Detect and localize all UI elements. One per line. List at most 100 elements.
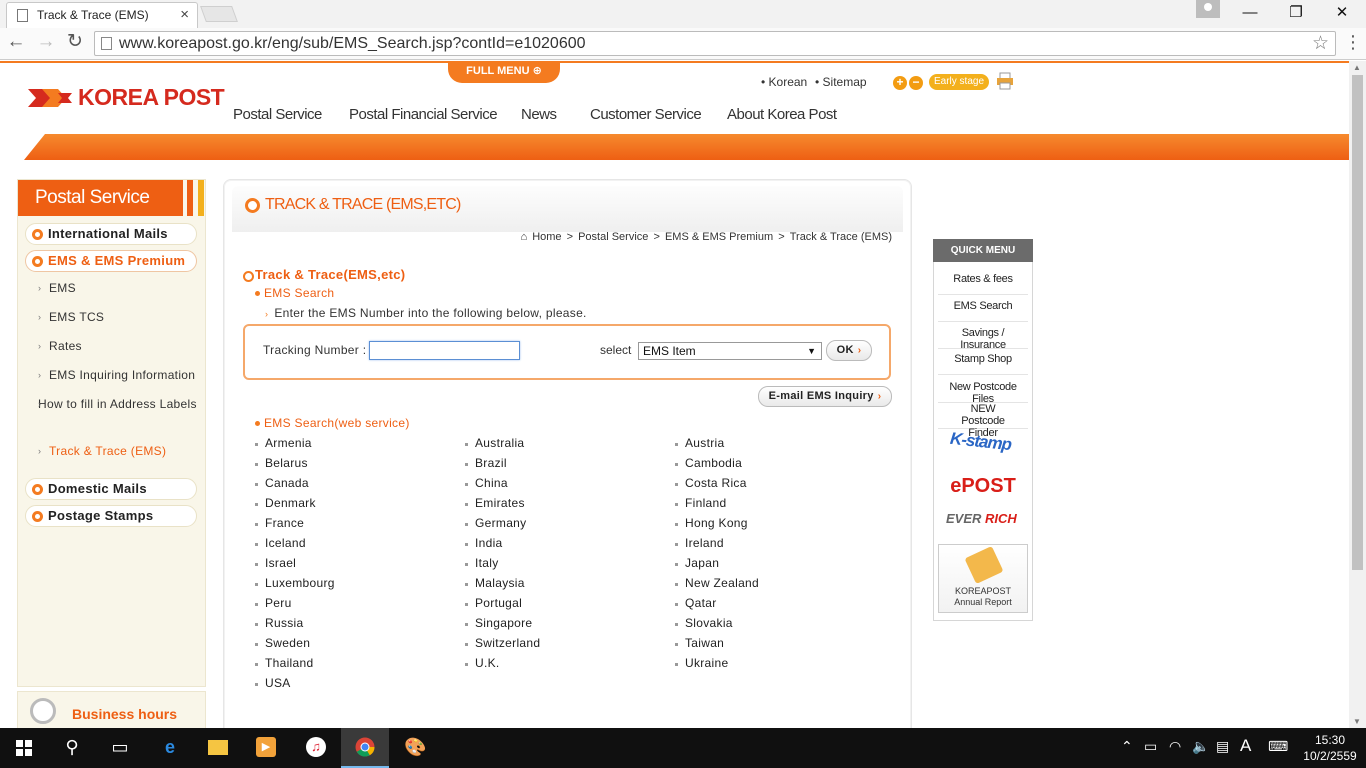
- quick-stamp-shop[interactable]: Stamp Shop: [938, 353, 1028, 375]
- browser-tab[interactable]: Track & Trace (EMS) ×: [6, 2, 198, 28]
- gnb-postal-financial-service[interactable]: Postal Financial Service: [349, 106, 498, 123]
- font-decrease-button[interactable]: −: [909, 76, 923, 90]
- country-link[interactable]: Armenia: [255, 436, 312, 450]
- country-link[interactable]: Cambodia: [674, 456, 742, 470]
- country-link[interactable]: Finland: [674, 496, 726, 510]
- country-link[interactable]: Italy: [465, 556, 499, 570]
- country-link[interactable]: Austria: [674, 436, 724, 450]
- country-link[interactable]: Taiwan: [674, 636, 724, 650]
- volume-icon[interactable]: 🔈: [1192, 738, 1209, 755]
- country-link[interactable]: Luxembourg: [255, 576, 335, 590]
- gnb-news[interactable]: News: [521, 106, 557, 123]
- lnb-item-ems-premium[interactable]: EMS & EMS Premium: [25, 250, 197, 272]
- search-button[interactable]: ⚲: [48, 728, 96, 768]
- kstamp-logo[interactable]: K-stamp: [949, 429, 1012, 455]
- quick-new-postcode-files[interactable]: New Postcode Files: [938, 381, 1028, 405]
- quick-rates-fees[interactable]: Rates & fees: [938, 273, 1028, 295]
- country-link[interactable]: Brazil: [465, 456, 507, 470]
- country-link[interactable]: Singapore: [464, 616, 532, 630]
- country-link[interactable]: Ireland: [675, 536, 724, 550]
- country-link[interactable]: Belarus: [255, 456, 308, 470]
- gnb-about-korea-post[interactable]: About Korea Post: [727, 106, 837, 123]
- notification-icon[interactable]: ▤: [1216, 738, 1229, 755]
- country-link[interactable]: Slovakia: [675, 616, 733, 630]
- country-link[interactable]: Portugal: [464, 596, 522, 610]
- country-link[interactable]: Hong Kong: [675, 516, 748, 530]
- email-ems-inquiry-button[interactable]: E-mail EMS Inquiry ›: [758, 386, 892, 407]
- country-link[interactable]: Emirates: [465, 496, 525, 510]
- country-link[interactable]: Qatar: [675, 596, 717, 610]
- country-link[interactable]: Sweden: [254, 636, 310, 650]
- quick-new-postcode-finder[interactable]: NEW Postcode Finder: [938, 403, 1028, 439]
- printer-icon[interactable]: [996, 72, 1014, 90]
- country-link[interactable]: Peru: [255, 596, 292, 610]
- country-link[interactable]: Russia: [254, 616, 303, 630]
- quick-ems-search[interactable]: EMS Search: [938, 300, 1028, 322]
- country-link[interactable]: Ukraine: [674, 656, 728, 670]
- new-tab-button[interactable]: [200, 6, 238, 22]
- annual-report-banner[interactable]: KOREAPOST Annual Report: [938, 544, 1028, 613]
- country-link[interactable]: China: [465, 476, 508, 490]
- breadcrumb-ems-premium[interactable]: EMS & EMS Premium: [665, 231, 773, 243]
- lnb-item-domestic-mails[interactable]: Domestic Mails: [25, 478, 197, 500]
- lnb-sub-rates[interactable]: › Rates: [38, 338, 208, 355]
- business-hours-banner[interactable]: Business hours: [17, 691, 206, 728]
- country-link[interactable]: U.K.: [465, 656, 500, 670]
- country-link[interactable]: Thailand: [254, 656, 313, 670]
- lnb-item-international-mails[interactable]: International Mails: [25, 223, 197, 245]
- epost-logo[interactable]: ePOST: [934, 475, 1032, 498]
- scroll-down-icon[interactable]: ▼: [1353, 717, 1361, 726]
- reload-icon[interactable]: ↻: [63, 31, 87, 55]
- media-taskbar-button[interactable]: ▶: [242, 728, 290, 768]
- everrich-logo[interactable]: EVER RICH: [946, 511, 1017, 526]
- country-link[interactable]: Costa Rica: [675, 476, 747, 490]
- profile-icon[interactable]: [1196, 0, 1220, 18]
- country-link[interactable]: Iceland: [255, 536, 306, 550]
- full-menu-button[interactable]: FULL MENU ⊕: [448, 61, 560, 83]
- system-clock[interactable]: 15:30 10/2/2559: [1300, 732, 1360, 764]
- breadcrumb-home[interactable]: Home: [532, 231, 561, 243]
- itunes-taskbar-button[interactable]: ♫: [292, 728, 340, 768]
- ime-indicator[interactable]: A: [1240, 736, 1251, 756]
- country-link[interactable]: France: [254, 516, 304, 530]
- scrollbar-thumb[interactable]: [1352, 75, 1363, 570]
- sitemap-link[interactable]: • Sitemap: [815, 75, 867, 89]
- country-link[interactable]: Switzerland: [464, 636, 540, 650]
- wifi-icon[interactable]: ◠: [1169, 738, 1181, 755]
- lnb-item-postage-stamps[interactable]: Postage Stamps: [25, 505, 197, 527]
- battery-icon[interactable]: ▭: [1144, 738, 1157, 755]
- browser-menu-icon[interactable]: ⋮: [1344, 32, 1362, 53]
- country-link[interactable]: USA: [255, 676, 291, 690]
- country-link[interactable]: Canada: [255, 476, 309, 490]
- country-link[interactable]: India: [465, 536, 503, 550]
- address-bar[interactable]: www.koreapost.go.kr/eng/sub/EMS_Search.j…: [94, 31, 1336, 56]
- back-icon[interactable]: ←: [4, 31, 28, 55]
- page-scrollbar[interactable]: ▲ ▼: [1349, 61, 1366, 728]
- task-view-button[interactable]: ▭: [96, 728, 144, 768]
- quick-savings-insurance[interactable]: Savings / Insurance: [938, 327, 1028, 351]
- item-type-select[interactable]: EMS Item ▼: [638, 342, 822, 360]
- close-window-button[interactable]: ✕: [1319, 0, 1365, 28]
- bookmark-star-icon[interactable]: ☆: [1312, 32, 1329, 55]
- lnb-sub-track-trace[interactable]: › Track & Trace (EMS): [38, 443, 208, 460]
- country-link[interactable]: New Zealand: [674, 576, 759, 590]
- keyboard-icon[interactable]: ⌨: [1268, 738, 1288, 755]
- start-button[interactable]: [0, 728, 48, 768]
- chrome-taskbar-button[interactable]: [341, 728, 389, 768]
- explorer-taskbar-button[interactable]: [194, 728, 242, 768]
- gnb-customer-service[interactable]: Customer Service: [590, 106, 702, 123]
- country-link[interactable]: Australia: [464, 436, 524, 450]
- lnb-sub-ems-inquiring[interactable]: › EMS Inquiring Information: [38, 367, 208, 384]
- paint-taskbar-button[interactable]: 🎨: [390, 728, 438, 768]
- country-link[interactable]: Malaysia: [465, 576, 525, 590]
- tab-close-icon[interactable]: ×: [180, 6, 189, 23]
- country-link[interactable]: Germany: [464, 516, 526, 530]
- country-link[interactable]: Israel: [254, 556, 296, 570]
- early-stage-button[interactable]: Early stage: [929, 74, 989, 90]
- scroll-up-icon[interactable]: ▲: [1353, 63, 1361, 72]
- edge-taskbar-button[interactable]: e: [146, 728, 194, 768]
- restore-button[interactable]: ❐: [1273, 0, 1319, 28]
- show-hidden-icons[interactable]: ⌃: [1121, 738, 1133, 755]
- lnb-sub-ems-tcs[interactable]: › EMS TCS: [38, 309, 208, 326]
- tracking-number-input[interactable]: [369, 341, 520, 360]
